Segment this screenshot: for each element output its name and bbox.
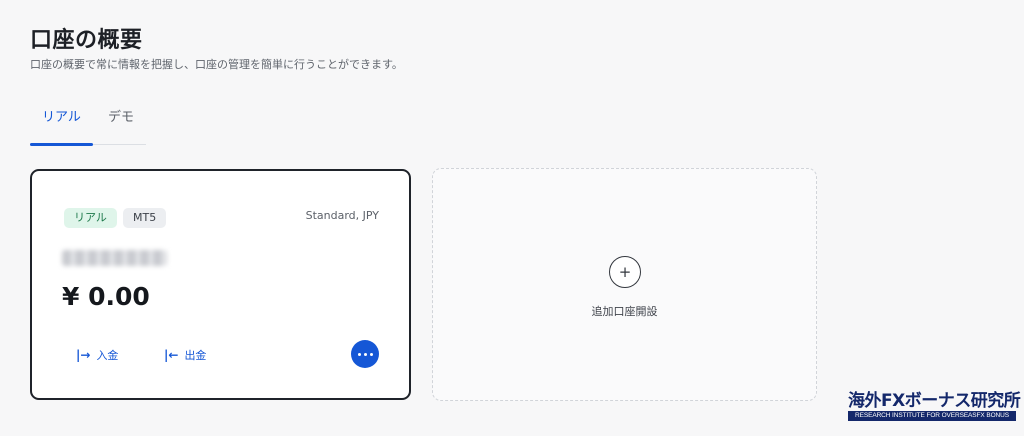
watermark-title: 海外FXボーナス研究所	[848, 391, 1021, 411]
withdraw-label: 出金	[184, 349, 207, 362]
add-account-label: 追加口座開設	[591, 305, 658, 318]
watermark-subtitle: RESEARCH INSTITUTE FOR OVERSEASFX BONUS	[848, 411, 1016, 421]
withdraw-arrow-icon: |←	[164, 348, 179, 362]
tab-real[interactable]: リアル	[42, 106, 81, 125]
real-badge: リアル	[64, 208, 117, 228]
page-title: 口座の概要	[30, 28, 143, 53]
more-dots-icon	[357, 352, 373, 356]
active-tab-indicator	[30, 143, 93, 146]
watermark-logo: 海外FXボーナス研究所 RESEARCH INSTITUTE FOR OVERS…	[848, 391, 1021, 424]
account-tabs: リアル デモ	[30, 100, 146, 146]
more-options-button[interactable]	[351, 340, 379, 368]
account-type: Standard, JPY	[305, 209, 379, 222]
account-number-blurred	[62, 250, 167, 266]
deposit-button[interactable]: |→ 入金	[76, 347, 118, 363]
plus-icon: +	[609, 256, 641, 288]
tab-demo[interactable]: デモ	[108, 106, 134, 125]
platform-badge: MT5	[123, 208, 167, 228]
deposit-arrow-icon: |→	[76, 348, 91, 362]
page-subtitle: 口座の概要で常に情報を把握し、口座の管理を簡単に行うことができます。	[30, 58, 403, 71]
deposit-label: 入金	[96, 349, 119, 362]
add-account-card[interactable]: + 追加口座開設	[432, 168, 817, 401]
account-card[interactable]: リアル MT5 Standard, JPY ¥ 0.00 |→ 入金 |← 出金	[30, 169, 411, 400]
account-balance: ¥ 0.00	[62, 282, 150, 311]
withdraw-button[interactable]: |← 出金	[164, 347, 206, 363]
